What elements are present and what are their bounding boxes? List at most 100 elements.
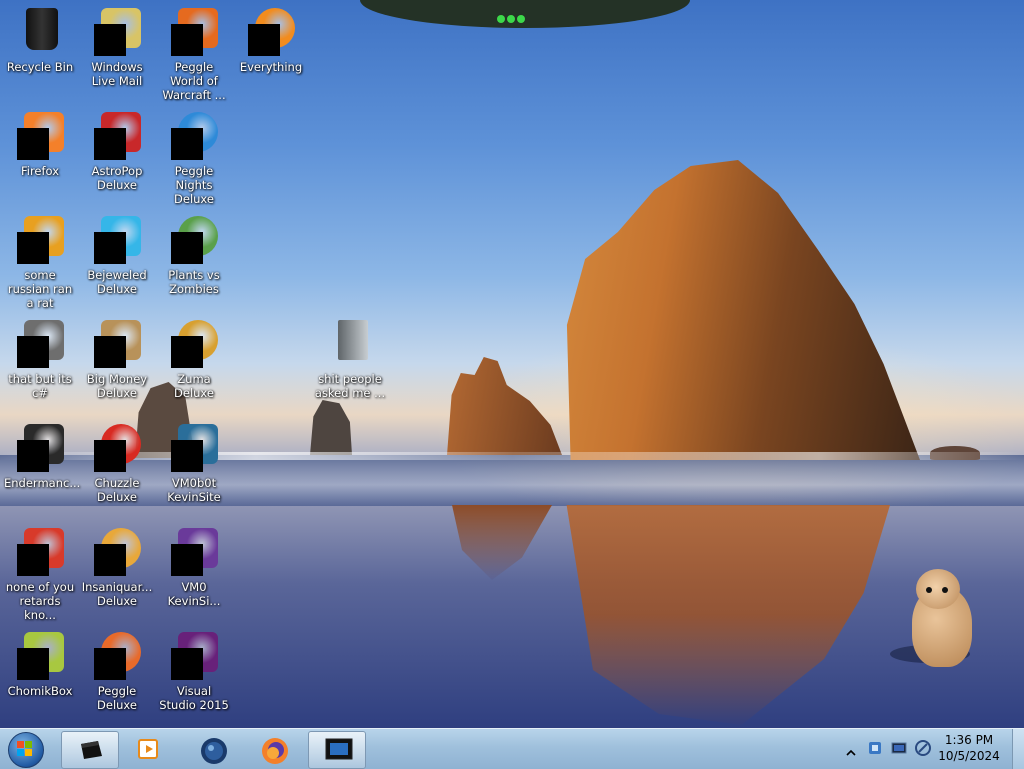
vm-window-icon xyxy=(325,738,353,762)
desktop-icon[interactable]: VM0 KevinSi... xyxy=(157,522,231,608)
network-icon[interactable] xyxy=(866,739,884,757)
folder-icon xyxy=(326,320,374,368)
desktop-icon[interactable]: Firefox xyxy=(3,106,77,178)
connection-icon[interactable] xyxy=(914,739,932,757)
redaction-block xyxy=(94,24,126,56)
desktop-icon[interactable]: Big Money Deluxe xyxy=(80,314,154,400)
desktop-icon[interactable]: Bejeweled Deluxe xyxy=(80,210,154,296)
windows-flag-icon xyxy=(17,741,33,757)
redaction-block xyxy=(94,232,126,264)
wallpaper-sea-stack-small xyxy=(310,400,352,455)
desktop-icon-label: Peggle World of Warcraft ... xyxy=(162,60,226,102)
desktop-icon[interactable]: Recycle Bin xyxy=(3,2,77,74)
desktop-icon[interactable]: VM0b0t KevinSite xyxy=(157,418,231,504)
desktop-icon-label: Zuma Deluxe xyxy=(174,372,214,400)
terminal-window-icon xyxy=(16,424,64,472)
show-hidden-icons-chevron[interactable] xyxy=(846,743,856,756)
recycle-bin-icon xyxy=(16,8,64,56)
peggle-wow-icon xyxy=(170,8,218,56)
visual-studio-icon xyxy=(170,528,218,576)
desktop-icon-label: ChomikBox xyxy=(7,684,73,698)
desktop-icon[interactable]: shit people asked me ... xyxy=(313,314,387,400)
desktop-icon[interactable]: Peggle Deluxe xyxy=(80,626,154,712)
taskbar-button[interactable] xyxy=(61,731,119,769)
desktop-icon[interactable]: Windows Live Mail xyxy=(80,2,154,88)
show-desktop-button[interactable] xyxy=(1012,729,1024,769)
hamster-head xyxy=(916,569,960,609)
taskbar-button[interactable] xyxy=(308,731,366,769)
redaction-block xyxy=(171,336,203,368)
bejeweled-icon xyxy=(93,216,141,264)
desktop-icon-label: Insaniquar... Deluxe xyxy=(81,580,153,608)
desktop-icon[interactable]: Peggle Nights Deluxe xyxy=(157,106,231,206)
desktop-icon-label: Windows Live Mail xyxy=(91,60,143,88)
pvz-icon xyxy=(170,216,218,264)
hamster-eye xyxy=(926,587,932,593)
insaniquarium-icon xyxy=(93,528,141,576)
desktop-icon[interactable]: Zuma Deluxe xyxy=(157,314,231,400)
start-button[interactable] xyxy=(4,730,48,768)
taskbar-button[interactable] xyxy=(245,731,301,767)
desktop-icon[interactable]: none of you retards kno... xyxy=(3,522,77,622)
desktop-icon-label: Visual Studio 2015 xyxy=(159,684,229,712)
search-everything-icon xyxy=(247,8,295,56)
money-bag-icon xyxy=(93,320,141,368)
peggle-nights-icon xyxy=(170,112,218,160)
mail-icon xyxy=(93,8,141,56)
redaction-block xyxy=(94,544,126,576)
system-clock[interactable]: 1:36 PM 10/5/2024 xyxy=(934,732,1004,764)
redaction-block xyxy=(171,24,203,56)
stacked-windows-icon xyxy=(16,320,64,368)
desktop-icon-label: Firefox xyxy=(20,164,60,178)
desktop[interactable]: Recycle Bin Windows Live Mail Peggle World… xyxy=(0,0,1024,728)
redaction-block xyxy=(17,336,49,368)
redaction-block xyxy=(94,648,126,680)
redaction-block xyxy=(94,128,126,160)
hamster-desktop-pet[interactable] xyxy=(890,565,980,670)
desktop-icon-label: that but its c# xyxy=(8,372,72,400)
desktop-icon-label: Peggle Deluxe xyxy=(97,684,137,712)
desktop-icon[interactable]: Insaniquar... Deluxe xyxy=(80,522,154,608)
desktop-icon-label: VM0 KevinSi... xyxy=(167,580,221,608)
desktop-icon[interactable]: some russian ran a rat xyxy=(3,210,77,310)
desktop-icon[interactable]: Peggle World of Warcraft ... xyxy=(157,2,231,102)
taskbar-button[interactable] xyxy=(184,731,240,767)
desktop-icon[interactable]: Endermanc... xyxy=(3,418,81,490)
desktop-icon[interactable]: that but its c# xyxy=(3,314,77,400)
gadget-indicator xyxy=(497,8,527,23)
redaction-block xyxy=(94,336,126,368)
zuma-icon xyxy=(170,320,218,368)
desktop-icon[interactable]: Chuzzle Deluxe xyxy=(80,418,154,504)
peggle-ball-icon xyxy=(16,528,64,576)
desktop-icon[interactable]: ChomikBox xyxy=(3,626,77,698)
redaction-block xyxy=(17,128,49,160)
hamster-eye xyxy=(942,587,948,593)
globe-icon xyxy=(200,737,227,764)
desktop-icon-label: Peggle Nights Deluxe xyxy=(174,164,214,206)
desktop-icon-label: Endermanc... xyxy=(4,476,81,490)
redaction-block xyxy=(171,544,203,576)
clock-date: 10/5/2024 xyxy=(938,749,1000,763)
redaction-block xyxy=(17,544,49,576)
desktop-icon-label: Recycle Bin xyxy=(6,60,74,74)
desktop-icon-label: none of you retards kno... xyxy=(5,580,75,622)
redaction-block xyxy=(17,440,49,472)
redaction-block xyxy=(171,128,203,160)
chuzzle-icon xyxy=(93,424,141,472)
desktop-icon-label: Chuzzle Deluxe xyxy=(94,476,140,504)
desktop-icon-label: Bejeweled Deluxe xyxy=(87,268,147,296)
peggle-icon xyxy=(93,632,141,680)
desktop-icon-label: Plants vs Zombies xyxy=(168,268,220,296)
desktop-icon[interactable]: AstroPop Deluxe xyxy=(80,106,154,192)
desktop-icon[interactable]: Visual Studio 2015 xyxy=(157,626,231,712)
vm-window-icon xyxy=(170,424,218,472)
redaction-block xyxy=(17,648,49,680)
terminal-window-icon xyxy=(78,738,102,762)
desktop-icon[interactable]: Everything xyxy=(234,2,308,74)
desktop-icon[interactable]: Plants vs Zombies xyxy=(157,210,231,296)
firefox-icon xyxy=(16,112,64,160)
visual-studio-icon xyxy=(170,632,218,680)
display-icon[interactable] xyxy=(890,739,908,757)
taskbar-button[interactable] xyxy=(121,731,177,767)
clock-time: 1:36 PM xyxy=(944,733,994,747)
